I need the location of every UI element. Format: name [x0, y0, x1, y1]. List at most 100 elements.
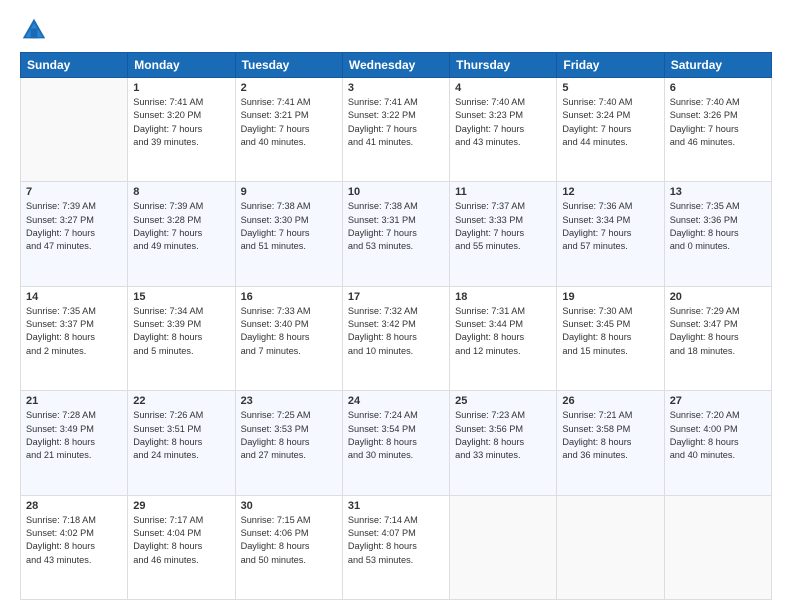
calendar-day-cell: 6 Sunrise: 7:40 AMSunset: 3:26 PMDaylight… — [664, 78, 771, 182]
day-number: 15 — [133, 291, 229, 303]
calendar-day-cell: 11 Sunrise: 7:37 AMSunset: 3:33 PMDayligh… — [450, 182, 557, 286]
calendar-day-header: Saturday — [664, 53, 771, 78]
calendar-day-cell: 24Sunrise: 7:24 AMSunset: 3:54 PMDayligh… — [342, 391, 449, 495]
day-info: Sunrise: 7:35 AMSunset: 3:37 PMDaylight:… — [26, 305, 122, 358]
calendar-day-cell: 13Sunrise: 7:35 AMSunset: 3:36 PMDayligh… — [664, 182, 771, 286]
calendar-day-cell: 25Sunrise: 7:23 AMSunset: 3:56 PMDayligh… — [450, 391, 557, 495]
day-info: Sunrise: 7:41 AMSunset: 3:20 PMDaylight:… — [133, 96, 229, 149]
day-number: 28 — [26, 500, 122, 512]
day-info: Sunrise: 7:34 AMSunset: 3:39 PMDaylight:… — [133, 305, 229, 358]
calendar-day-cell: 20 Sunrise: 7:29 AMSunset: 3:47 PMDayligh… — [664, 286, 771, 390]
day-number: 7 — [26, 186, 122, 198]
calendar-day-cell: 19 Sunrise: 7:30 AMSunset: 3:45 PMDayligh… — [557, 286, 664, 390]
day-info: Sunrise: 7:36 AMSunset: 3:34 PMDaylight:… — [562, 200, 658, 253]
calendar-day-cell: 5 Sunrise: 7:40 AMSunset: 3:24 PMDaylight… — [557, 78, 664, 182]
day-number: 22 — [133, 395, 229, 407]
day-number: 30 — [241, 500, 337, 512]
day-number: 20 — [670, 291, 766, 303]
calendar-day-cell: 30 Sunrise: 7:15 AMSunset: 4:06 PMDayligh… — [235, 495, 342, 599]
calendar-day-cell: 26Sunrise: 7:21 AMSunset: 3:58 PMDayligh… — [557, 391, 664, 495]
day-info: Sunrise: 7:41 AMSunset: 3:21 PMDaylight:… — [241, 96, 337, 149]
day-number: 17 — [348, 291, 444, 303]
day-info: Sunrise: 7:40 AMSunset: 3:24 PMDaylight:… — [562, 96, 658, 149]
day-info: Sunrise: 7:28 AMSunset: 3:49 PMDaylight:… — [26, 409, 122, 462]
calendar-day-cell: 15 Sunrise: 7:34 AMSunset: 3:39 PMDayligh… — [128, 286, 235, 390]
calendar-week-row: 21 Sunrise: 7:28 AMSunset: 3:49 PMDayligh… — [21, 391, 772, 495]
day-number: 29 — [133, 500, 229, 512]
calendar-day-cell — [557, 495, 664, 599]
calendar-day-cell — [21, 78, 128, 182]
day-info: Sunrise: 7:23 AMSunset: 3:56 PMDaylight:… — [455, 409, 551, 462]
calendar-header-row: SundayMondayTuesdayWednesdayThursdayFrid… — [21, 53, 772, 78]
day-info: Sunrise: 7:40 AMSunset: 3:23 PMDaylight:… — [455, 96, 551, 149]
day-number: 16 — [241, 291, 337, 303]
day-number: 6 — [670, 82, 766, 94]
day-info: Sunrise: 7:39 AMSunset: 3:28 PMDaylight:… — [133, 200, 229, 253]
logo-icon — [20, 16, 48, 44]
day-number: 27 — [670, 395, 766, 407]
day-number: 18 — [455, 291, 551, 303]
day-info: Sunrise: 7:14 AMSunset: 4:07 PMDaylight:… — [348, 514, 444, 567]
day-info: Sunrise: 7:41 AMSunset: 3:22 PMDaylight:… — [348, 96, 444, 149]
day-number: 11 — [455, 186, 551, 198]
calendar-day-cell: 14 Sunrise: 7:35 AMSunset: 3:37 PMDayligh… — [21, 286, 128, 390]
calendar-day-cell: 9Sunrise: 7:38 AMSunset: 3:30 PMDaylight… — [235, 182, 342, 286]
calendar-day-cell: 31Sunrise: 7:14 AMSunset: 4:07 PMDayligh… — [342, 495, 449, 599]
day-info: Sunrise: 7:39 AMSunset: 3:27 PMDaylight:… — [26, 200, 122, 253]
day-number: 23 — [241, 395, 337, 407]
calendar-week-row: 7 Sunrise: 7:39 AMSunset: 3:27 PMDaylight… — [21, 182, 772, 286]
day-number: 1 — [133, 82, 229, 94]
day-number: 5 — [562, 82, 658, 94]
calendar-day-header: Wednesday — [342, 53, 449, 78]
calendar-day-header: Thursday — [450, 53, 557, 78]
calendar-day-cell: 28 Sunrise: 7:18 AMSunset: 4:02 PMDayligh… — [21, 495, 128, 599]
day-number: 10 — [348, 186, 444, 198]
day-info: Sunrise: 7:37 AMSunset: 3:33 PMDaylight:… — [455, 200, 551, 253]
calendar-day-cell: 29 Sunrise: 7:17 AMSunset: 4:04 PMDayligh… — [128, 495, 235, 599]
calendar-day-header: Friday — [557, 53, 664, 78]
calendar-day-cell: 18 Sunrise: 7:31 AMSunset: 3:44 PMDayligh… — [450, 286, 557, 390]
day-number: 21 — [26, 395, 122, 407]
day-number: 19 — [562, 291, 658, 303]
day-number: 3 — [348, 82, 444, 94]
calendar-day-cell: 4Sunrise: 7:40 AMSunset: 3:23 PMDaylight… — [450, 78, 557, 182]
calendar-day-cell — [450, 495, 557, 599]
day-info: Sunrise: 7:30 AMSunset: 3:45 PMDaylight:… — [562, 305, 658, 358]
calendar-day-cell: 23Sunrise: 7:25 AMSunset: 3:53 PMDayligh… — [235, 391, 342, 495]
calendar-day-cell: 12 Sunrise: 7:36 AMSunset: 3:34 PMDayligh… — [557, 182, 664, 286]
calendar-week-row: 14 Sunrise: 7:35 AMSunset: 3:37 PMDayligh… — [21, 286, 772, 390]
day-info: Sunrise: 7:33 AMSunset: 3:40 PMDaylight:… — [241, 305, 337, 358]
calendar-week-row: 1 Sunrise: 7:41 AMSunset: 3:20 PMDaylight… — [21, 78, 772, 182]
calendar-day-header: Tuesday — [235, 53, 342, 78]
day-number: 2 — [241, 82, 337, 94]
day-number: 26 — [562, 395, 658, 407]
logo — [20, 16, 52, 44]
calendar-table: SundayMondayTuesdayWednesdayThursdayFrid… — [20, 52, 772, 600]
page: SundayMondayTuesdayWednesdayThursdayFrid… — [0, 0, 792, 612]
calendar-day-header: Sunday — [21, 53, 128, 78]
day-info: Sunrise: 7:29 AMSunset: 3:47 PMDaylight:… — [670, 305, 766, 358]
calendar-day-cell — [664, 495, 771, 599]
day-number: 24 — [348, 395, 444, 407]
header — [20, 16, 772, 44]
day-number: 14 — [26, 291, 122, 303]
day-info: Sunrise: 7:18 AMSunset: 4:02 PMDaylight:… — [26, 514, 122, 567]
day-info: Sunrise: 7:17 AMSunset: 4:04 PMDaylight:… — [133, 514, 229, 567]
day-info: Sunrise: 7:31 AMSunset: 3:44 PMDaylight:… — [455, 305, 551, 358]
day-info: Sunrise: 7:32 AMSunset: 3:42 PMDaylight:… — [348, 305, 444, 358]
calendar-day-cell: 1 Sunrise: 7:41 AMSunset: 3:20 PMDaylight… — [128, 78, 235, 182]
calendar-week-row: 28 Sunrise: 7:18 AMSunset: 4:02 PMDayligh… — [21, 495, 772, 599]
calendar-day-header: Monday — [128, 53, 235, 78]
calendar-day-cell: 22 Sunrise: 7:26 AMSunset: 3:51 PMDayligh… — [128, 391, 235, 495]
calendar-day-cell: 21 Sunrise: 7:28 AMSunset: 3:49 PMDayligh… — [21, 391, 128, 495]
day-number: 12 — [562, 186, 658, 198]
day-info: Sunrise: 7:26 AMSunset: 3:51 PMDaylight:… — [133, 409, 229, 462]
calendar-day-cell: 2 Sunrise: 7:41 AMSunset: 3:21 PMDaylight… — [235, 78, 342, 182]
calendar-day-cell: 17 Sunrise: 7:32 AMSunset: 3:42 PMDayligh… — [342, 286, 449, 390]
calendar-day-cell: 8 Sunrise: 7:39 AMSunset: 3:28 PMDaylight… — [128, 182, 235, 286]
calendar-day-cell: 16 Sunrise: 7:33 AMSunset: 3:40 PMDayligh… — [235, 286, 342, 390]
day-number: 8 — [133, 186, 229, 198]
calendar-day-cell: 7 Sunrise: 7:39 AMSunset: 3:27 PMDaylight… — [21, 182, 128, 286]
day-info: Sunrise: 7:15 AMSunset: 4:06 PMDaylight:… — [241, 514, 337, 567]
day-info: Sunrise: 7:40 AMSunset: 3:26 PMDaylight:… — [670, 96, 766, 149]
